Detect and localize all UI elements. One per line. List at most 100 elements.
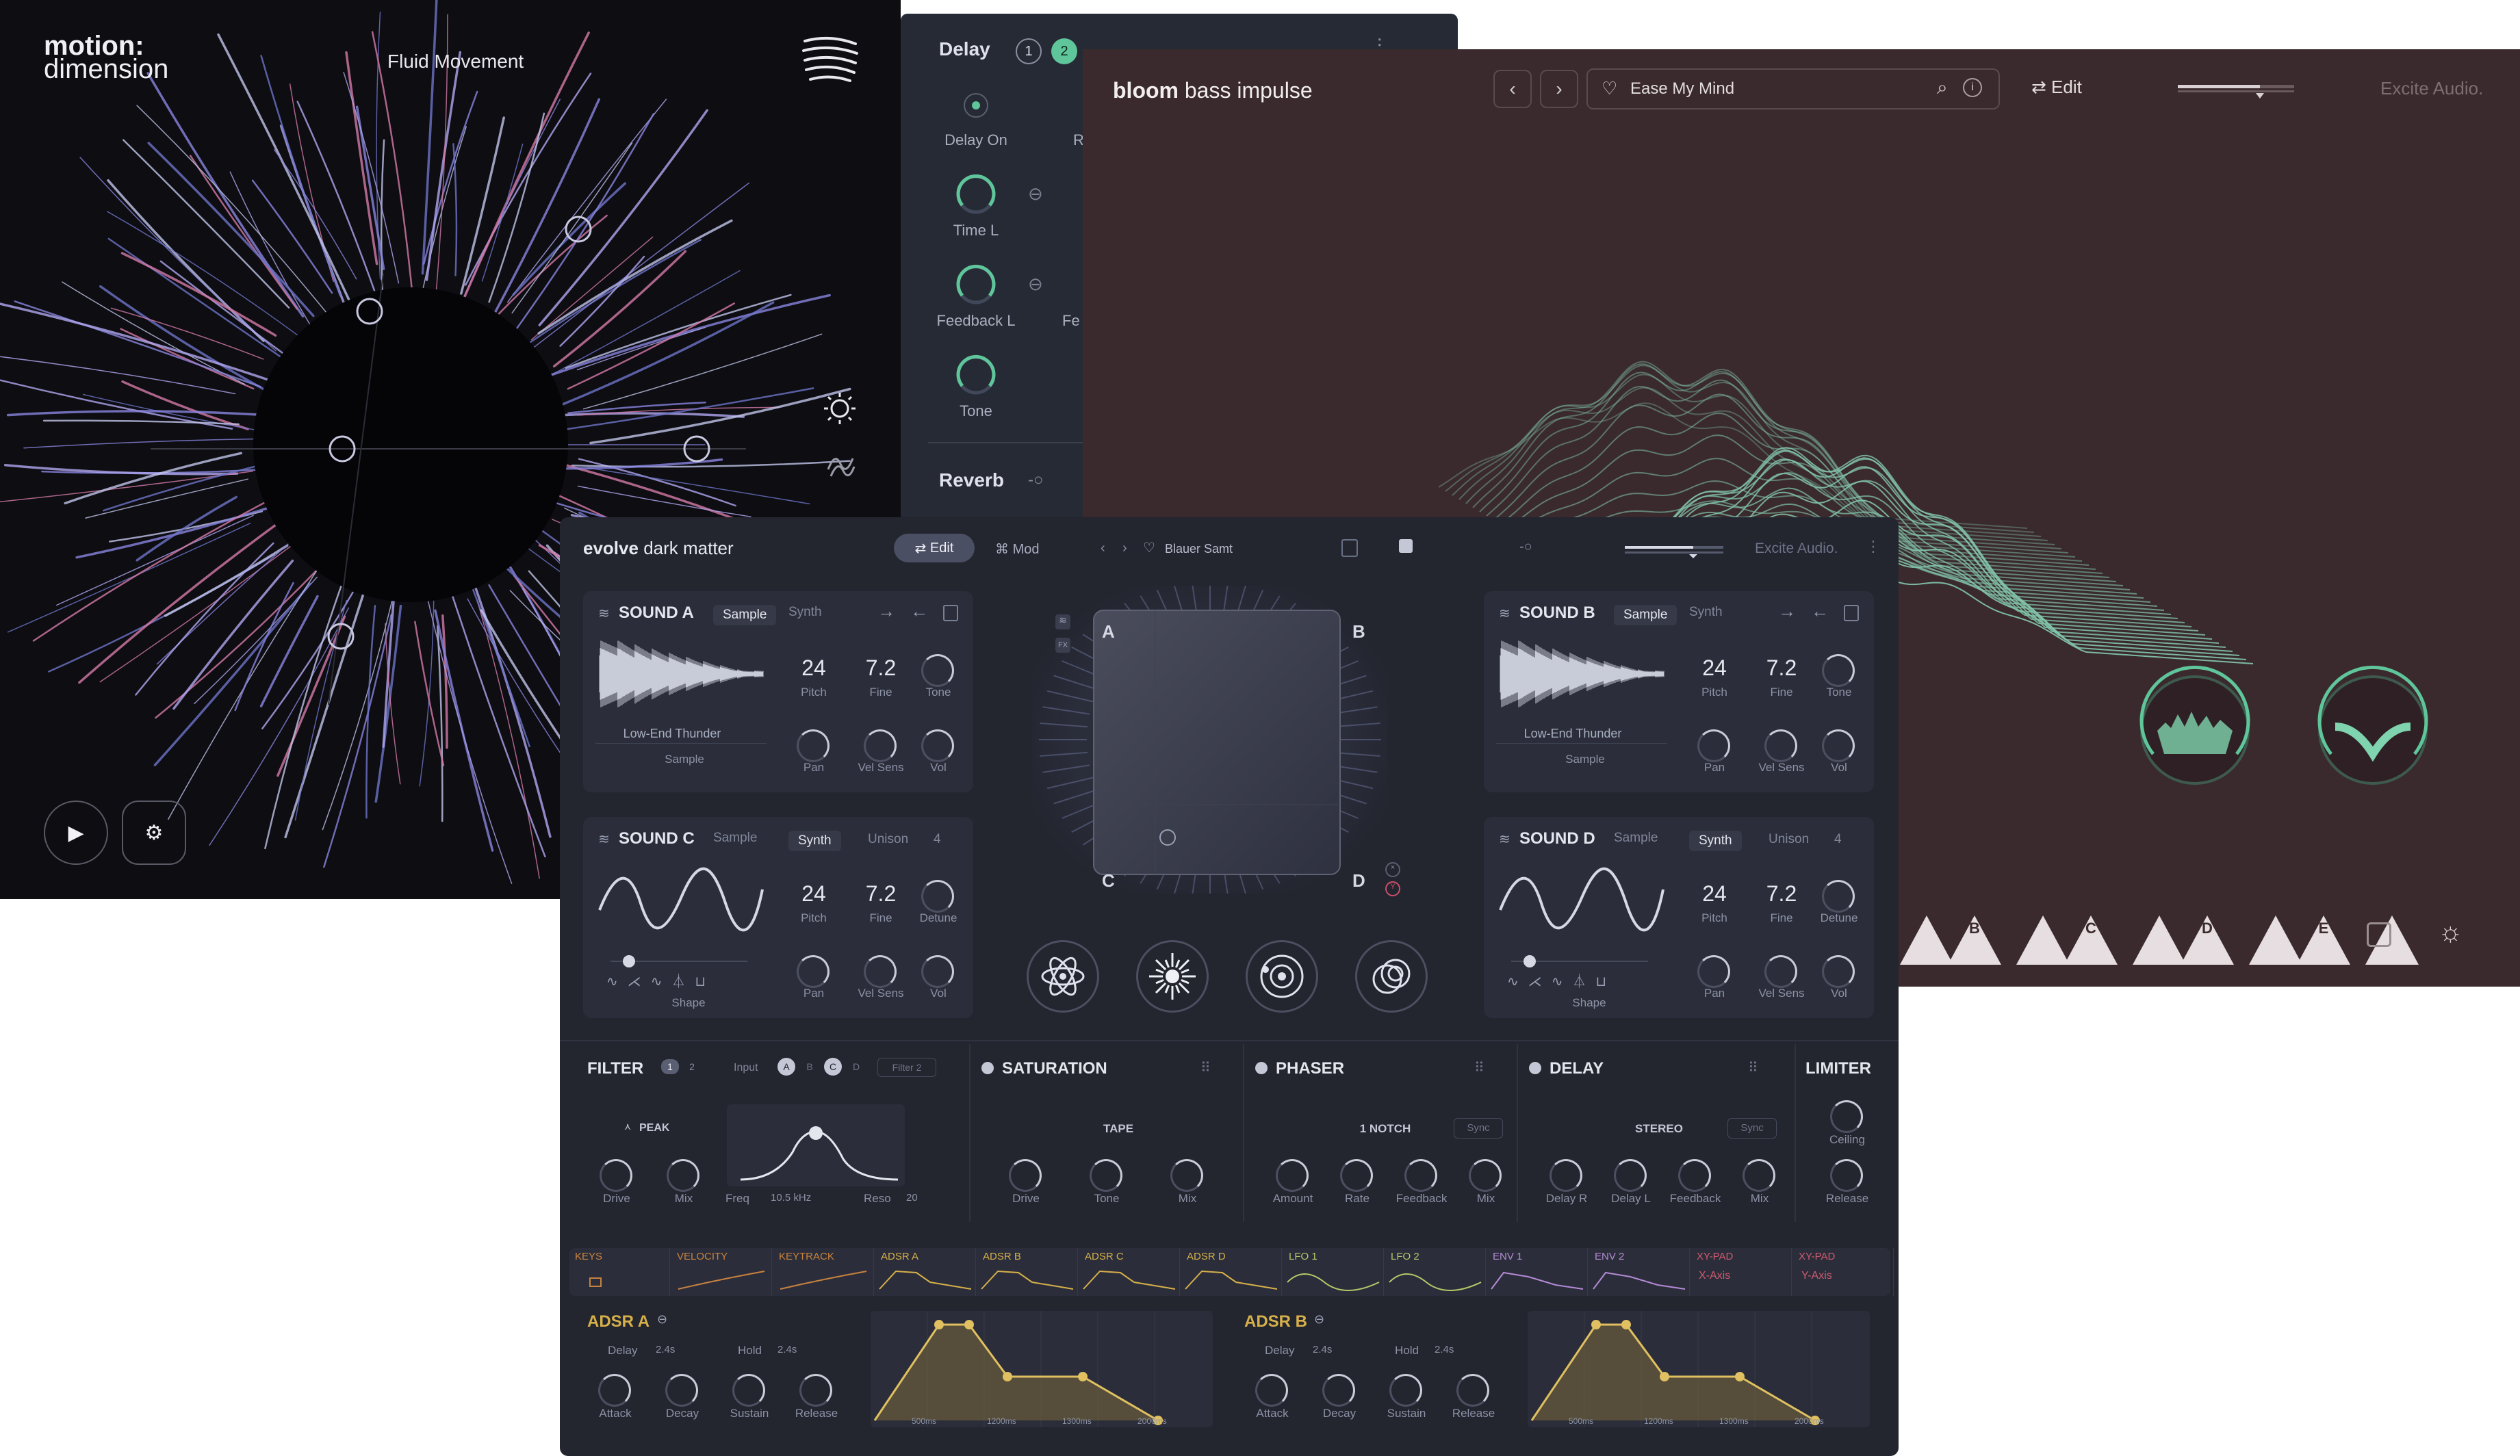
- link-icon[interactable]: ⊖: [1028, 183, 1043, 205]
- rings-macro-button[interactable]: [1355, 940, 1428, 1013]
- envelope-graph[interactable]: [1528, 1311, 1870, 1427]
- delay-tab-2[interactable]: 2: [1051, 38, 1077, 64]
- saturation-mix-knob[interactable]: [1170, 1159, 1203, 1192]
- preset-name[interactable]: Fluid Movement: [387, 51, 524, 73]
- mod-source-tab[interactable]: ENV 2: [1589, 1248, 1690, 1296]
- filter-drive-knob[interactable]: [600, 1159, 632, 1192]
- adsr-release-knob[interactable]: [1456, 1374, 1489, 1407]
- y-axis-toggle[interactable]: Y: [1385, 881, 1400, 896]
- reverb-power-icon[interactable]: -○: [1028, 471, 1044, 490]
- wavetable-display[interactable]: [1496, 862, 1667, 937]
- arrow-left-icon[interactable]: ←: [1811, 601, 1829, 622]
- synth-tab[interactable]: Synth: [788, 831, 841, 851]
- input-d-toggle[interactable]: D: [847, 1058, 865, 1076]
- fx-button[interactable]: FX: [1055, 638, 1070, 653]
- waveform-shape-icons[interactable]: ∿⋌∿⏃⊔: [606, 970, 715, 990]
- phaser-sync-button[interactable]: Sync: [1454, 1118, 1503, 1139]
- mod-source-tab[interactable]: ADSR A: [875, 1248, 976, 1296]
- x-axis-toggle[interactable]: ×: [1385, 862, 1400, 877]
- texture-knob[interactable]: [2130, 665, 2260, 795]
- vol-knob[interactable]: [921, 729, 954, 762]
- filter-2-routing[interactable]: Filter 2: [877, 1058, 936, 1077]
- info-icon[interactable]: i: [1963, 78, 1982, 97]
- waves-menu-icon[interactable]: [799, 34, 861, 86]
- link-icon[interactable]: ⊖: [657, 1312, 667, 1327]
- prev-preset-button[interactable]: ‹: [1493, 70, 1532, 108]
- knob-3[interactable]: [1822, 654, 1855, 687]
- filter-1-button[interactable]: 1: [661, 1059, 679, 1074]
- mod-source-tab[interactable]: ADSR D: [1181, 1248, 1282, 1296]
- saturation-drive-knob[interactable]: [1009, 1159, 1042, 1192]
- knob-3[interactable]: [921, 654, 954, 687]
- power-icon[interactable]: -○: [1519, 539, 1532, 555]
- synth-tab[interactable]: Synth: [1689, 831, 1742, 851]
- adsr-attack-knob[interactable]: [1255, 1374, 1288, 1407]
- synth-tab[interactable]: Synth: [1689, 605, 1723, 620]
- save-icon[interactable]: [943, 605, 958, 621]
- save-icon[interactable]: [1844, 605, 1859, 621]
- delay-mix-knob[interactable]: [1743, 1159, 1775, 1192]
- input-c-toggle[interactable]: C: [824, 1058, 842, 1076]
- phaser-mix-knob[interactable]: [1469, 1159, 1502, 1192]
- delay-on-toggle[interactable]: [964, 93, 988, 118]
- next-preset-button[interactable]: ›: [1540, 70, 1578, 108]
- mod-tab[interactable]: ⌘ Mod: [995, 541, 1039, 558]
- burst-macro-button[interactable]: [1136, 940, 1209, 1013]
- phaser-feedback-knob[interactable]: [1404, 1159, 1437, 1192]
- delay-delay-l-knob[interactable]: [1614, 1159, 1647, 1192]
- sample-tab[interactable]: Sample: [1614, 831, 1658, 846]
- delay-tab-1[interactable]: 1: [1016, 38, 1042, 64]
- synth-tab[interactable]: Synth: [788, 605, 822, 620]
- vel-sens-knob[interactable]: [864, 729, 897, 762]
- heart-icon[interactable]: ♡: [1143, 539, 1155, 556]
- input-a-toggle[interactable]: A: [777, 1058, 795, 1076]
- volume-meter[interactable]: [1625, 543, 1723, 560]
- mod-source-tab[interactable]: LFO 2: [1385, 1248, 1486, 1296]
- vol-knob[interactable]: [1822, 729, 1855, 762]
- feedback-l-knob[interactable]: [954, 263, 998, 307]
- shape-knob[interactable]: [2308, 665, 2438, 795]
- shape-slider-handle[interactable]: [1523, 955, 1536, 967]
- sample-waveform[interactable]: [595, 636, 767, 712]
- sample-tab[interactable]: Sample: [713, 831, 757, 846]
- dice-icon[interactable]: [1399, 539, 1413, 553]
- pad-row[interactable]: B C D E: [1897, 913, 2513, 974]
- mod-source-tab[interactable]: KEYTRACK: [773, 1248, 874, 1296]
- pan-knob[interactable]: [1697, 729, 1730, 762]
- atom-macro-button[interactable]: [1027, 940, 1099, 1013]
- adsr-sustain-knob[interactable]: [1389, 1374, 1422, 1407]
- preset-browser[interactable]: ♡ Ease My Mind ⌕ i: [1586, 68, 2000, 109]
- orbit-macro-button[interactable]: [1246, 940, 1318, 1013]
- arrow-right-icon[interactable]: →: [877, 601, 895, 622]
- ceiling-knob[interactable]: [1830, 1100, 1863, 1133]
- pan-knob[interactable]: [1697, 955, 1730, 988]
- sample-tab[interactable]: Sample: [1614, 605, 1677, 625]
- adsr-release-knob[interactable]: [799, 1374, 832, 1407]
- sun-icon[interactable]: ☼: [2438, 917, 2463, 948]
- play-button[interactable]: ▶: [44, 801, 108, 865]
- dice-randomize-icon[interactable]: [2367, 922, 2391, 947]
- phaser-rate-knob[interactable]: [1340, 1159, 1373, 1192]
- delay-sync-button[interactable]: Sync: [1727, 1118, 1777, 1139]
- drag-handle-icon[interactable]: ⠿: [1200, 1059, 1211, 1076]
- save-icon[interactable]: [1341, 539, 1358, 557]
- sample-tab[interactable]: Sample: [713, 605, 777, 625]
- filter-2-button[interactable]: 2: [683, 1059, 701, 1074]
- mod-source-tab[interactable]: VELOCITY: [671, 1248, 772, 1296]
- mod-source-tab[interactable]: ENV 1: [1487, 1248, 1588, 1296]
- layers-icon[interactable]: ≋: [1055, 614, 1070, 629]
- more-menu-icon[interactable]: ⋮: [1866, 538, 1881, 556]
- time-l-knob[interactable]: [954, 172, 998, 216]
- preset-name[interactable]: Blauer Samt: [1165, 542, 1233, 556]
- link-icon-2[interactable]: ⊖: [1028, 274, 1043, 295]
- sun-brightness-icon[interactable]: [823, 391, 857, 426]
- mod-source-tab[interactable]: ADSR C: [1079, 1248, 1180, 1296]
- sample-waveform[interactable]: [1496, 636, 1667, 712]
- mod-source-tab[interactable]: LFO 1: [1283, 1248, 1384, 1296]
- input-b-toggle[interactable]: B: [801, 1058, 819, 1076]
- vel-sens-knob[interactable]: [1764, 729, 1797, 762]
- arrow-right-icon[interactable]: →: [1778, 601, 1796, 622]
- vol-knob[interactable]: [921, 955, 954, 988]
- phaser-amount-knob[interactable]: [1276, 1159, 1309, 1192]
- filter-mix-knob[interactable]: [667, 1159, 699, 1192]
